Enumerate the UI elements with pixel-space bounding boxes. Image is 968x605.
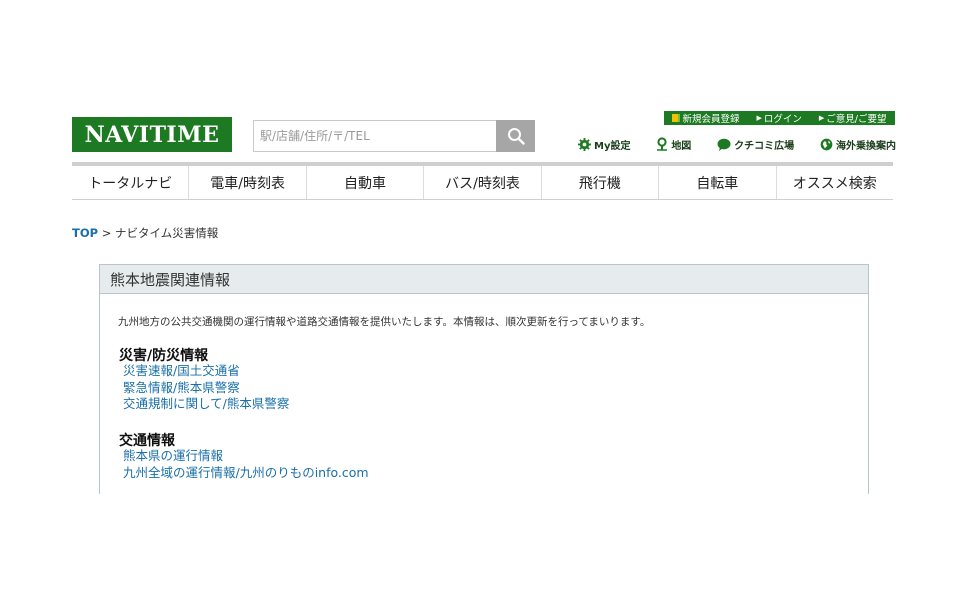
nav-car[interactable]: 自動車 bbox=[307, 166, 425, 199]
panel-title: 熊本地震関連情報 bbox=[100, 265, 868, 294]
nav-bus-timetable[interactable]: バス/時刻表 bbox=[424, 166, 542, 199]
main-nav: トータルナビ 電車/時刻表 自動車 バス/時刻表 飛行機 自転車 オススメ検索 bbox=[72, 162, 893, 200]
chat-bubble-icon bbox=[717, 138, 731, 151]
disaster-info-panel: 熊本地震関連情報 九州地方の公共交通機関の運行情報や道路交通情報を提供いたします… bbox=[99, 264, 869, 494]
breadcrumb-top-link[interactable]: TOP bbox=[72, 226, 98, 240]
utility-links: My設定 地図 クチコミ広場 海外乗換案内 bbox=[578, 135, 896, 153]
overseas-transit-link[interactable]: 海外乗換案内 bbox=[820, 137, 896, 152]
feedback-link[interactable]: ▶ ご意見/ご要望 bbox=[819, 111, 887, 125]
nav-train-timetable[interactable]: 電車/時刻表 bbox=[189, 166, 307, 199]
beginner-mark-icon bbox=[672, 114, 681, 122]
nav-airplane[interactable]: 飛行機 bbox=[542, 166, 660, 199]
link-kyushu-operation-info[interactable]: 九州全域の運行情報/九州のりものinfo.com bbox=[123, 465, 369, 482]
breadcrumb: TOP > ナビタイム災害情報 bbox=[72, 225, 218, 241]
nav-recommended-search[interactable]: オススメ検索 bbox=[777, 166, 893, 199]
login-link[interactable]: ▶ ログイン bbox=[756, 111, 801, 125]
navitime-logo[interactable]: NAVITIME bbox=[72, 117, 232, 152]
search-button[interactable] bbox=[496, 120, 535, 152]
nav-bicycle[interactable]: 自転車 bbox=[659, 166, 777, 199]
section-title-disaster-prevention: 災害/防災情報 bbox=[119, 348, 209, 364]
traffic-info-links: 熊本県の運行情報 九州全域の運行情報/九州のりものinfo.com bbox=[123, 448, 369, 481]
nav-total-navi[interactable]: トータルナビ bbox=[72, 166, 190, 199]
link-disaster-bulletin[interactable]: 災害速報/国土交通省 bbox=[123, 363, 289, 380]
search-icon bbox=[507, 128, 525, 145]
disaster-prevention-links: 災害速報/国土交通省 緊急情報/熊本県警察 交通規制に関して/熊本県警察 bbox=[123, 363, 289, 413]
link-kumamoto-operation-info[interactable]: 熊本県の運行情報 bbox=[123, 448, 369, 465]
globe-icon bbox=[820, 138, 833, 150]
map-link[interactable]: 地図 bbox=[656, 137, 691, 152]
search-bar bbox=[253, 120, 535, 152]
triangle-right-icon: ▶ bbox=[756, 114, 762, 122]
my-settings-link[interactable]: My設定 bbox=[578, 137, 630, 152]
breadcrumb-separator: > bbox=[101, 226, 112, 240]
triangle-right-icon: ▶ bbox=[818, 114, 825, 122]
register-link[interactable]: 新規会員登録 bbox=[672, 111, 740, 125]
map-pin-icon bbox=[657, 137, 668, 151]
gear-icon bbox=[578, 137, 591, 151]
breadcrumb-current: ナビタイム災害情報 bbox=[115, 226, 219, 240]
account-links-bar: 新規会員登録 ▶ ログイン ▶ ご意見/ご要望 bbox=[664, 111, 895, 125]
section-title-traffic-info: 交通情報 bbox=[119, 433, 175, 449]
link-traffic-regulation[interactable]: 交通規制に関して/熊本県警察 bbox=[123, 396, 289, 413]
link-emergency-info[interactable]: 緊急情報/熊本県警察 bbox=[123, 380, 289, 397]
search-input[interactable] bbox=[253, 120, 496, 152]
kuchikomi-link[interactable]: クチコミ広場 bbox=[717, 137, 794, 152]
panel-intro-text: 九州地方の公共交通機関の運行情報や道路交通情報を提供いたします。本情報は、順次更… bbox=[118, 316, 651, 328]
